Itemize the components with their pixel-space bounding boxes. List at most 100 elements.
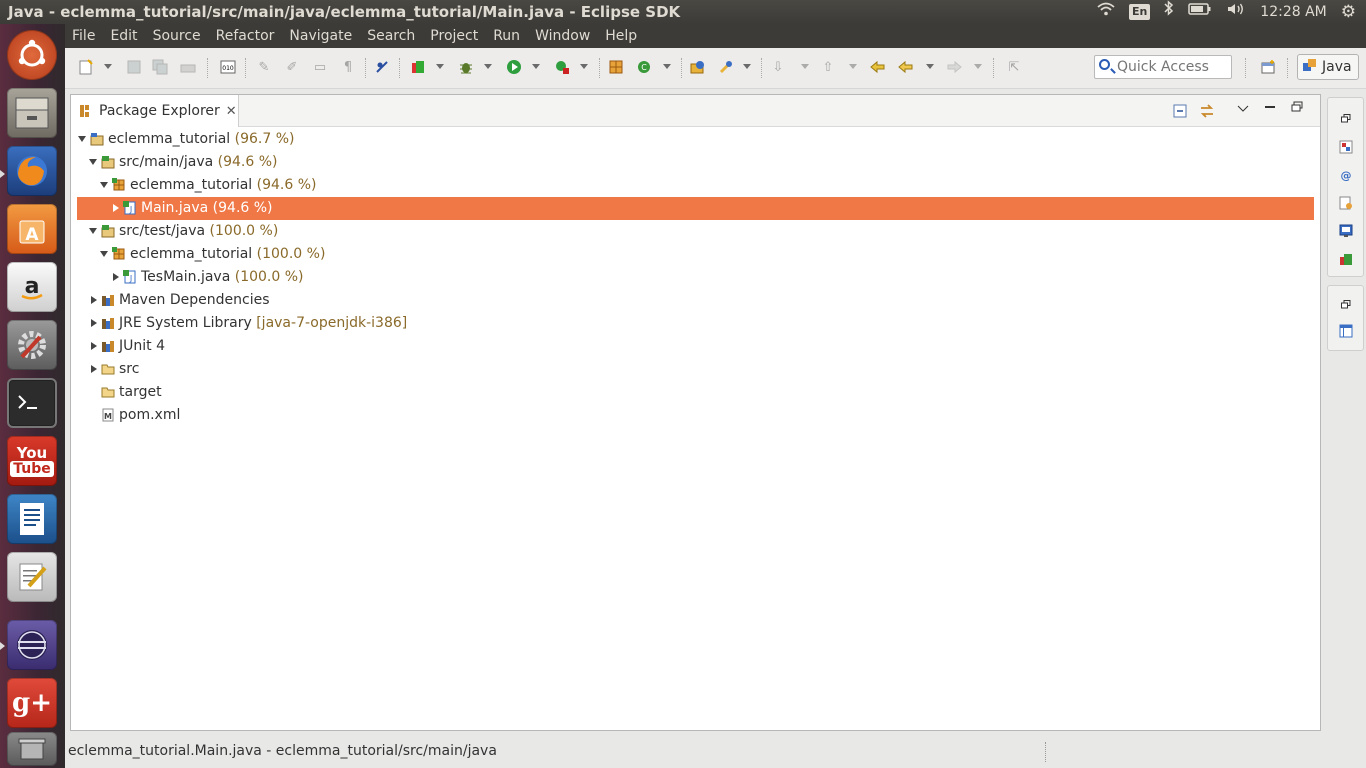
- tree-item-main-java[interactable]: J Main.java (94.6 %): [77, 197, 1314, 220]
- menu-source[interactable]: Source: [146, 28, 209, 44]
- menu-navigate[interactable]: Navigate: [282, 28, 360, 44]
- bluetooth-icon[interactable]: [1164, 0, 1174, 24]
- collapse-all-icon[interactable]: [1172, 103, 1188, 119]
- tree-item-jre-library[interactable]: JRE System Library [java-7-openjdk-i386]: [77, 312, 407, 335]
- skip-breakpoints-icon[interactable]: [373, 58, 391, 76]
- run-icon[interactable]: [505, 58, 523, 76]
- close-icon[interactable]: ✕: [226, 104, 237, 119]
- expand-toggle-icon[interactable]: [88, 312, 99, 335]
- toolbar-separator: [399, 58, 401, 78]
- open-type-icon[interactable]: [689, 58, 707, 76]
- quick-access-input[interactable]: [1117, 58, 1229, 76]
- clock[interactable]: 12:28 AM: [1260, 0, 1326, 24]
- view-menu-chevron-down-icon[interactable]: [1235, 101, 1251, 117]
- tree-item-package[interactable]: eclemma_tutorial (94.6 %): [77, 174, 317, 197]
- java-perspective-button[interactable]: Java: [1297, 54, 1359, 80]
- java-perspective-icon: [1302, 57, 1318, 77]
- gear-icon[interactable]: ⚙: [1341, 0, 1356, 24]
- amazon-icon[interactable]: a: [7, 262, 57, 312]
- link-with-editor-icon[interactable]: [1199, 103, 1215, 119]
- tree-item-pom-xml[interactable]: Mpom.xml: [77, 404, 180, 427]
- youtube-top-label: You: [16, 444, 48, 462]
- search-icon: [1099, 59, 1110, 70]
- debug-icon[interactable]: [457, 58, 475, 76]
- new-java-package-icon[interactable]: [607, 58, 625, 76]
- debug-dropdown-chevron-down-icon[interactable]: [484, 64, 492, 69]
- menu-window[interactable]: Window: [528, 28, 598, 44]
- expand-toggle-icon[interactable]: [88, 220, 99, 243]
- back-icon[interactable]: [897, 58, 915, 76]
- trash-icon[interactable]: [7, 732, 57, 766]
- tree-item-source-folder[interactable]: src/test/java (100.0 %): [77, 220, 278, 243]
- eclipse-icon[interactable]: [7, 620, 57, 670]
- top-panel: Java - eclemma_tutorial/src/main/java/ec…: [0, 0, 1366, 24]
- wifi-icon[interactable]: [1097, 0, 1115, 24]
- javadoc-icon[interactable]: @: [1339, 168, 1353, 182]
- library-icon: [101, 292, 115, 306]
- open-perspective-icon[interactable]: [1259, 58, 1277, 76]
- minimize-icon[interactable]: [1262, 99, 1278, 115]
- console-icon[interactable]: [1339, 224, 1353, 238]
- quick-access-field[interactable]: [1094, 55, 1232, 79]
- coverage-dropdown-chevron-down-icon[interactable]: [436, 64, 444, 69]
- software-center-icon[interactable]: A: [7, 204, 57, 254]
- back-dropdown-chevron-down-icon[interactable]: [926, 64, 934, 69]
- expand-toggle-icon[interactable]: [110, 266, 121, 289]
- tree-item-source-folder[interactable]: src/main/java (94.6 %): [77, 151, 278, 174]
- firefox-icon[interactable]: [7, 146, 57, 196]
- battery-icon[interactable]: [1188, 0, 1212, 24]
- writer-icon[interactable]: [7, 494, 57, 544]
- tree-item-package[interactable]: eclemma_tutorial (100.0 %): [77, 243, 325, 266]
- tree-item-target-folder[interactable]: target: [77, 381, 162, 404]
- menu-project[interactable]: Project: [423, 28, 486, 44]
- expand-toggle-icon[interactable]: [88, 151, 99, 174]
- tree-item-project[interactable]: eclemma_tutorial (96.7 %): [77, 128, 295, 151]
- new-class-dropdown-chevron-down-icon[interactable]: [663, 64, 671, 69]
- last-edit-location-icon[interactable]: [869, 58, 887, 76]
- new-icon[interactable]: [77, 58, 95, 76]
- maximize-icon[interactable]: [1289, 99, 1305, 115]
- outline-icon[interactable]: [1339, 324, 1353, 338]
- tree-item-maven-dependencies[interactable]: Maven Dependencies: [77, 289, 270, 312]
- coverage-view-icon[interactable]: [1339, 252, 1353, 266]
- expand-toggle-icon[interactable]: [88, 335, 99, 358]
- expand-toggle-icon[interactable]: [110, 197, 121, 220]
- system-settings-icon[interactable]: [7, 320, 57, 370]
- ubuntu-dash-icon[interactable]: [7, 30, 57, 80]
- terminal-icon[interactable]: [7, 378, 57, 428]
- tree-item-junit[interactable]: JUnit 4: [77, 335, 165, 358]
- menu-edit[interactable]: Edit: [103, 28, 145, 44]
- menu-search[interactable]: Search: [360, 28, 423, 44]
- google-plus-icon[interactable]: g+: [7, 678, 57, 728]
- run-dropdown-chevron-down-icon[interactable]: [532, 64, 540, 69]
- expand-toggle-icon[interactable]: [77, 128, 88, 151]
- tree-item-src-folder[interactable]: src: [77, 358, 139, 381]
- expand-toggle-icon[interactable]: [88, 358, 99, 381]
- binary-icon[interactable]: 010: [219, 58, 237, 76]
- tree-item-tesmain-java[interactable]: J TesMain.java (100.0 %): [77, 266, 304, 289]
- expand-toggle-icon[interactable]: [99, 174, 110, 197]
- external-tools-dropdown-chevron-down-icon[interactable]: [580, 64, 588, 69]
- external-tools-icon[interactable]: [553, 58, 571, 76]
- expand-toggle-icon[interactable]: [88, 289, 99, 312]
- search-dropdown-chevron-down-icon[interactable]: [743, 64, 751, 69]
- files-icon[interactable]: [7, 88, 57, 138]
- new-java-class-icon[interactable]: C: [635, 58, 653, 76]
- menu-run[interactable]: Run: [486, 28, 528, 44]
- expand-toggle-icon[interactable]: [99, 243, 110, 266]
- menu-refactor[interactable]: Refactor: [209, 28, 283, 44]
- hierarchy-icon[interactable]: [1339, 140, 1353, 154]
- new-dropdown-chevron-down-icon[interactable]: [104, 64, 112, 69]
- declaration-icon[interactable]: [1339, 196, 1353, 210]
- menu-help[interactable]: Help: [598, 28, 645, 44]
- tab-package-explorer[interactable]: Package Explorer ✕: [71, 95, 239, 127]
- text-editor-icon[interactable]: [7, 552, 57, 602]
- restore-icon[interactable]: [1339, 298, 1353, 312]
- restore-icon[interactable]: [1339, 112, 1353, 126]
- coverage-icon[interactable]: [409, 58, 427, 76]
- youtube-icon[interactable]: You Tube: [7, 436, 57, 486]
- search-tool-icon[interactable]: [717, 58, 735, 76]
- volume-icon[interactable]: [1226, 0, 1246, 24]
- menu-file[interactable]: File: [65, 28, 103, 44]
- keyboard-layout-indicator[interactable]: En: [1128, 4, 1151, 20]
